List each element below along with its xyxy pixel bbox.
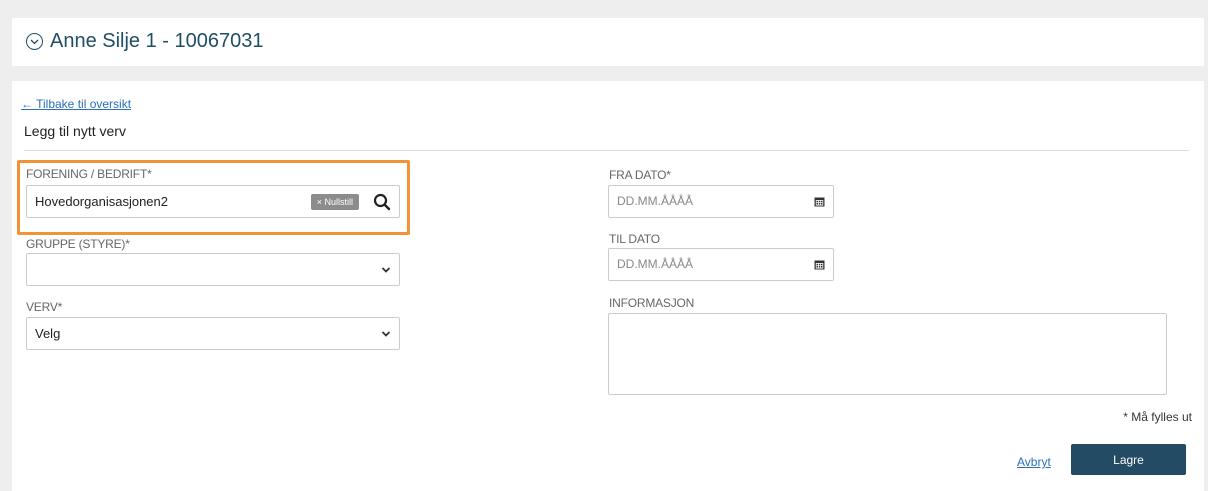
profile-title-toggle[interactable]: Anne Silje 1 - 10067031: [26, 30, 264, 53]
informasjon-label: INFORMASJON: [609, 296, 695, 310]
profile-name: Anne Silje 1 - 10067031: [50, 30, 264, 52]
calendar-icon[interactable]: [814, 196, 825, 207]
verv-label: VERV*: [26, 300, 63, 314]
fra-dato-input[interactable]: DD.MM.ÅÅÅÅ: [608, 185, 834, 218]
required-fields-note: * Må fylles ut: [1123, 410, 1192, 424]
chevron-down-circle-icon[interactable]: [26, 33, 43, 50]
back-to-overview-link[interactable]: ← Tilbake til oversikt: [21, 97, 131, 111]
forening-label: FORENING / BEDRIFT*: [26, 167, 152, 181]
search-icon[interactable]: [373, 193, 391, 211]
verv-select[interactable]: Velg: [26, 317, 400, 350]
verv-value: Velg: [35, 326, 61, 341]
til-dato-input[interactable]: DD.MM.ÅÅÅÅ: [608, 248, 834, 281]
save-button[interactable]: Lagre: [1071, 444, 1186, 475]
calendar-icon[interactable]: [814, 259, 825, 270]
gruppe-label: GRUPPE (STYRE)*: [26, 237, 130, 251]
forening-field[interactable]: Hovedorganisasjonen2 × Nullstill: [26, 185, 400, 218]
add-role-form-card: [12, 81, 1204, 491]
chevron-down-icon: [381, 331, 391, 337]
gruppe-select[interactable]: [26, 253, 400, 286]
form-title: Legg til nytt verv: [24, 123, 126, 139]
cancel-link[interactable]: Avbryt: [1017, 455, 1051, 469]
informasjon-textarea[interactable]: [608, 313, 1167, 395]
profile-header: Anne Silje 1 - 10067031: [12, 18, 1204, 66]
til-dato-placeholder: DD.MM.ÅÅÅÅ: [617, 257, 694, 271]
nullstill-button[interactable]: × Nullstill: [310, 194, 359, 210]
til-dato-label: TIL DATO: [609, 232, 660, 246]
fra-dato-placeholder: DD.MM.ÅÅÅÅ: [617, 194, 694, 208]
fra-dato-label: FRA DATO*: [609, 168, 671, 182]
divider: [24, 150, 1189, 151]
forening-value: Hovedorganisasjonen2: [35, 194, 168, 209]
chevron-down-icon: [381, 267, 391, 273]
